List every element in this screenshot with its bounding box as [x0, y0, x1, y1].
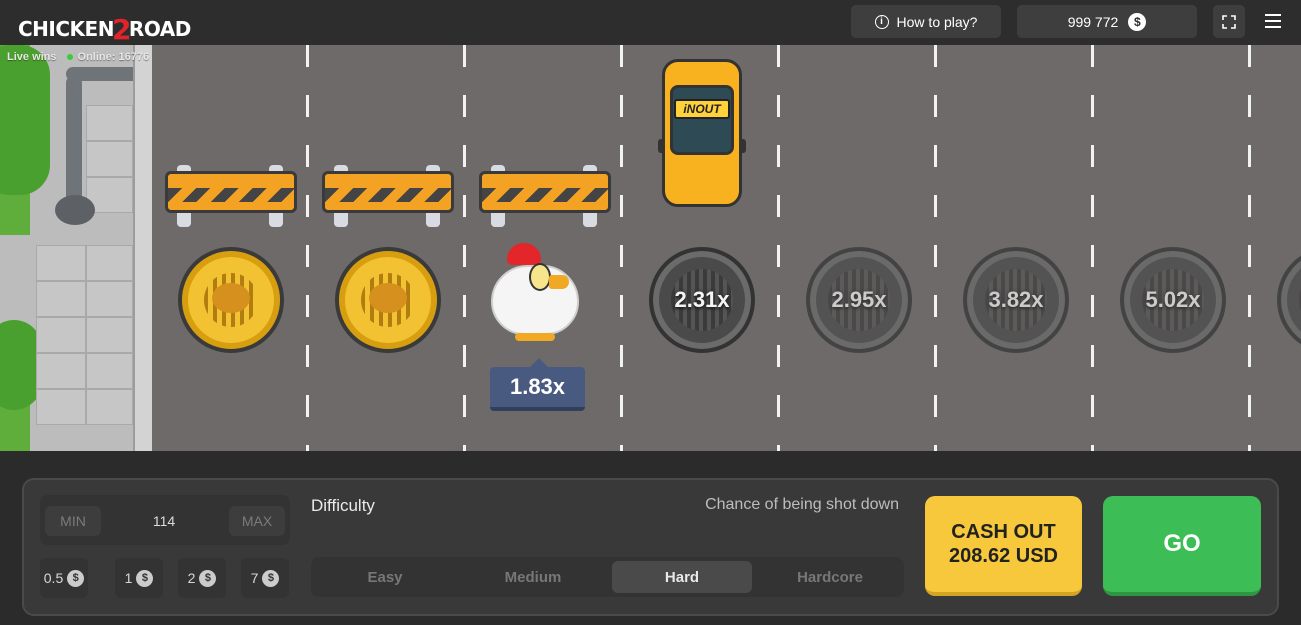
paving-stone [86, 389, 133, 425]
lane-divider [306, 45, 309, 451]
road-barrier [322, 165, 454, 227]
difficulty-hard[interactable]: Hard [612, 561, 752, 593]
difficulty-easy[interactable]: Easy [315, 561, 455, 593]
multiplier-manhole-partial [1277, 247, 1301, 353]
chicken-beak [549, 275, 569, 289]
chicken-feet [515, 333, 555, 341]
sidewalk [0, 45, 152, 451]
difficulty-hardcore[interactable]: Hardcore [760, 561, 900, 593]
max-bet-button[interactable]: MAX [229, 506, 285, 536]
lane-divider [463, 45, 466, 451]
bet-amount-input[interactable]: 114 [110, 506, 218, 536]
multiplier-label: 2.31x [674, 287, 730, 312]
chicken-character [485, 237, 585, 347]
paving-stone [86, 245, 133, 281]
lane-divider [1091, 45, 1094, 451]
top-bar: CHICKEN2ROAD i How to play? 999 772 $ [0, 0, 1301, 46]
game-logo: CHICKEN2ROAD [18, 10, 191, 46]
game-app: CHICKEN2ROAD i How to play? 999 772 $ Li… [0, 0, 1301, 625]
difficulty-medium[interactable]: Medium [463, 561, 603, 593]
live-status: Live wins Online: 16776 [7, 51, 149, 63]
online-dot-icon [66, 54, 73, 60]
quick-bet-button[interactable]: 0.5 $ [40, 558, 88, 598]
menu-line [1265, 20, 1281, 22]
road-barrier [165, 165, 297, 227]
quick-bet-button[interactable]: 7 $ [241, 558, 289, 598]
multiplier-label: 2.95x [831, 287, 887, 312]
quick-bet-value: 0.5 [43, 570, 64, 586]
dollar-coin-icon: $ [262, 569, 280, 587]
info-icon: i [874, 14, 889, 29]
online-count: Online: 16776 [66, 51, 150, 63]
lane-divider [1248, 45, 1251, 451]
car-roof [670, 85, 734, 155]
logo-text-road: ROAD [128, 17, 191, 41]
car-roof-sign: iNOUT [674, 99, 730, 119]
min-bet-button[interactable]: MIN [45, 506, 101, 536]
how-to-play-button[interactable]: i How to play? [851, 5, 1001, 38]
logo-text-chicken: CHICKEN [18, 17, 114, 41]
tree [0, 45, 50, 195]
quick-bet-value: 2 [187, 570, 196, 586]
dollar-coin-icon: $ [199, 569, 217, 587]
paving-stone [36, 317, 86, 353]
chance-label: Chance of being shot down [705, 496, 899, 513]
difficulty-label: Difficulty [311, 496, 375, 515]
logo-text-two: 2 [111, 13, 131, 46]
paving-stone [86, 281, 133, 317]
fullscreen-button[interactable] [1213, 5, 1245, 38]
quick-bet-value: 1 [124, 570, 133, 586]
road-scene: Live wins Online: 16776 1.83x iNOUT 2.31… [0, 45, 1301, 451]
multiplier-manhole[interactable]: 2.31x [649, 247, 755, 353]
multiplier-label: 3.82x [988, 287, 1044, 312]
balance-display: 999 772 $ [1017, 5, 1197, 38]
paving-stone [86, 141, 133, 177]
lane-divider [620, 45, 623, 451]
chicken-eye [529, 263, 551, 291]
paving-stone [36, 353, 86, 389]
cash-out-button[interactable]: CASH OUT 208.62 USD [925, 496, 1082, 596]
lane-divider [777, 45, 780, 451]
lane-divider [934, 45, 937, 451]
online-label: Online: 16776 [77, 51, 150, 63]
live-wins-link[interactable]: Live wins [7, 51, 57, 63]
quick-bet-button[interactable]: 2 $ [178, 558, 226, 598]
collected-coin [335, 247, 441, 353]
dollar-coin-icon: $ [67, 569, 85, 587]
paving-stone [86, 105, 133, 141]
how-to-play-label: How to play? [896, 13, 978, 30]
road-barrier [479, 165, 611, 227]
barrier-plank [322, 171, 454, 213]
multiplier-manhole[interactable]: 3.82x [963, 247, 1069, 353]
multiplier-label: 5.02x [1145, 287, 1201, 312]
barrier-plank [479, 171, 611, 213]
balance-value: 999 772 [1067, 13, 1119, 30]
paving-stone [36, 245, 86, 281]
quick-bet-button[interactable]: 1 $ [115, 558, 163, 598]
quick-bet-value: 7 [250, 570, 259, 586]
curb [133, 45, 152, 451]
dollar-coin-icon: $ [1128, 12, 1147, 31]
paving-stone [86, 353, 133, 389]
menu-line [1265, 14, 1281, 16]
multiplier-manhole[interactable]: 2.95x [806, 247, 912, 353]
collected-coin [178, 247, 284, 353]
current-multiplier-tag: 1.83x [490, 358, 585, 411]
menu-line [1265, 26, 1281, 28]
taxi-car: iNOUT [658, 59, 746, 207]
cash-out-label: CASH OUT [951, 521, 1056, 543]
cash-out-amount: 208.62 USD [949, 545, 1058, 567]
paving-stone [36, 389, 86, 425]
dollar-coin-icon: $ [136, 569, 154, 587]
multiplier-manhole[interactable]: 5.02x [1120, 247, 1226, 353]
fullscreen-icon [1222, 14, 1236, 29]
paving-stone [36, 281, 86, 317]
menu-button[interactable] [1260, 8, 1286, 34]
barrier-plank [165, 171, 297, 213]
street-lamp-base [55, 195, 95, 225]
paving-stone [86, 317, 133, 353]
go-button[interactable]: GO [1103, 496, 1261, 596]
chicken-comb [507, 243, 541, 265]
